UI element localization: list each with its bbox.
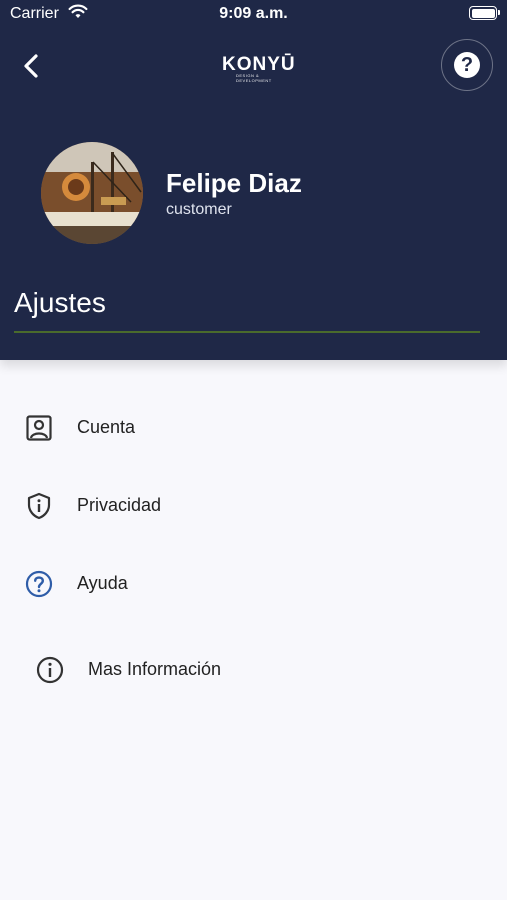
menu-item-label: Cuenta	[77, 417, 136, 437]
konyu-logo: KONYŪ DESIGN & DEVELOPMENT	[222, 54, 295, 83]
back-chevron-icon[interactable]	[18, 50, 48, 82]
status-bar: Carrier 9:09 a.m.	[0, 0, 507, 30]
user-name: Felipe Diaz	[166, 168, 302, 198]
shield-info-icon	[27, 492, 51, 520]
battery-icon	[469, 6, 500, 20]
menu-item-label: Privacidad	[77, 495, 162, 515]
status-time: 9:09 a.m.	[219, 5, 288, 22]
info-circle-icon	[36, 656, 64, 684]
avatar-photo	[41, 142, 143, 244]
page-title: Ajustes	[14, 287, 106, 318]
menu-item-privacidad[interactable]: Privacidad	[0, 476, 507, 536]
menu-item-mas-informacion[interactable]: Mas Información	[0, 640, 507, 700]
logo-subtext: DESIGN & DEVELOPMENT	[236, 73, 272, 83]
avatar	[41, 142, 143, 244]
help-icon: ?	[454, 52, 480, 78]
account-box-icon	[26, 415, 52, 441]
user-role: customer	[166, 201, 232, 218]
menu-item-label: Ayuda	[77, 573, 128, 593]
header: Carrier 9:09 a.m. KONYŪ DESIGN & DEVELOP…	[0, 0, 507, 360]
title-underline	[14, 331, 480, 333]
menu-item-cuenta[interactable]: Cuenta	[0, 398, 507, 458]
menu-item-ayuda[interactable]: Ayuda	[0, 554, 507, 614]
help-button[interactable]: ?	[441, 39, 493, 91]
help-circle-icon	[25, 570, 53, 598]
menu-item-label: Mas Información	[88, 659, 222, 679]
